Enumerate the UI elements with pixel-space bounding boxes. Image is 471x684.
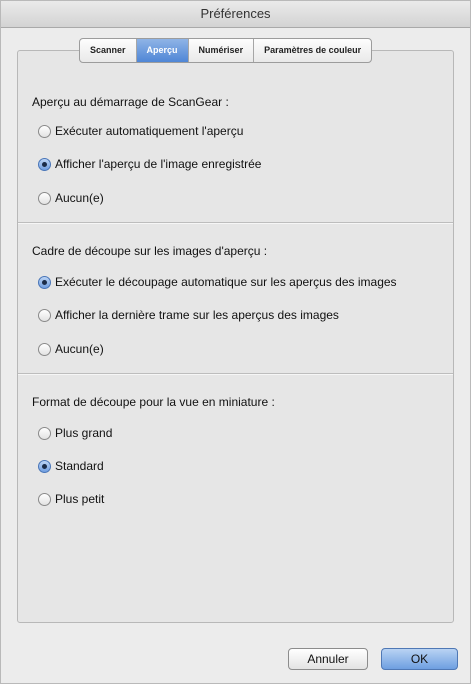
- radio-button-icon[interactable]: [38, 191, 51, 205]
- radio-label: Standard: [55, 459, 104, 473]
- radio-auto-preview[interactable]: Exécuter automatiquement l'aperçu: [38, 122, 243, 140]
- radio-larger[interactable]: Plus grand: [38, 424, 112, 442]
- radio-button-checked-icon[interactable]: [38, 157, 51, 171]
- radio-button-icon[interactable]: [38, 492, 51, 506]
- radio-button-checked-icon[interactable]: [38, 459, 51, 473]
- section-divider: [18, 373, 453, 375]
- tab-scanner[interactable]: Scanner: [80, 39, 136, 62]
- crop-frame-heading: Cadre de découpe sur les images d'aperçu…: [32, 244, 268, 258]
- tab-numeriser[interactable]: Numériser: [187, 39, 254, 62]
- radio-standard[interactable]: Standard: [38, 457, 104, 475]
- radio-button-icon[interactable]: [38, 124, 51, 138]
- radio-no-preview[interactable]: Aucun(e): [38, 189, 104, 207]
- cancel-button[interactable]: Annuler: [288, 648, 368, 670]
- radio-smaller[interactable]: Plus petit: [38, 490, 104, 508]
- radio-label: Plus grand: [55, 426, 113, 440]
- section-divider: [18, 222, 453, 224]
- radio-button-icon[interactable]: [38, 426, 51, 440]
- radio-label: Exécuter automatiquement l'aperçu: [55, 124, 244, 138]
- radio-saved-preview[interactable]: Afficher l'aperçu de l'image enregistrée: [38, 155, 261, 173]
- tab-bar: Scanner Aperçu Numériser Paramètres de c…: [79, 38, 373, 63]
- radio-button-icon[interactable]: [38, 308, 51, 322]
- radio-label: Plus petit: [55, 492, 105, 506]
- radio-label: Afficher l'aperçu de l'image enregistrée: [55, 157, 262, 171]
- radio-last-frame[interactable]: Afficher la dernière trame sur les aperç…: [38, 306, 339, 324]
- preferences-window: Préférences Scanner Aperçu Numériser Par…: [0, 0, 471, 684]
- ok-button[interactable]: OK: [381, 648, 458, 670]
- preview-settings-panel: Aperçu au démarrage de ScanGear : Exécut…: [17, 50, 454, 623]
- radio-label: Aucun(e): [55, 191, 104, 205]
- radio-label: Exécuter le découpage automatique sur le…: [55, 275, 397, 289]
- radio-label: Aucun(e): [55, 342, 104, 356]
- radio-auto-crop[interactable]: Exécuter le découpage automatique sur le…: [38, 273, 397, 291]
- tab-apercu[interactable]: Aperçu: [135, 39, 188, 62]
- radio-label: Afficher la dernière trame sur les aperç…: [55, 308, 339, 322]
- window-title: Préférences: [1, 1, 470, 28]
- radio-button-icon[interactable]: [38, 342, 51, 356]
- thumbnail-crop-heading: Format de découpe pour la vue en miniatu…: [32, 395, 275, 409]
- startup-preview-heading: Aperçu au démarrage de ScanGear :: [32, 95, 229, 109]
- radio-no-crop[interactable]: Aucun(e): [38, 340, 104, 358]
- radio-button-checked-icon[interactable]: [38, 275, 51, 289]
- tab-parametres-couleur[interactable]: Paramètres de couleur: [253, 39, 371, 62]
